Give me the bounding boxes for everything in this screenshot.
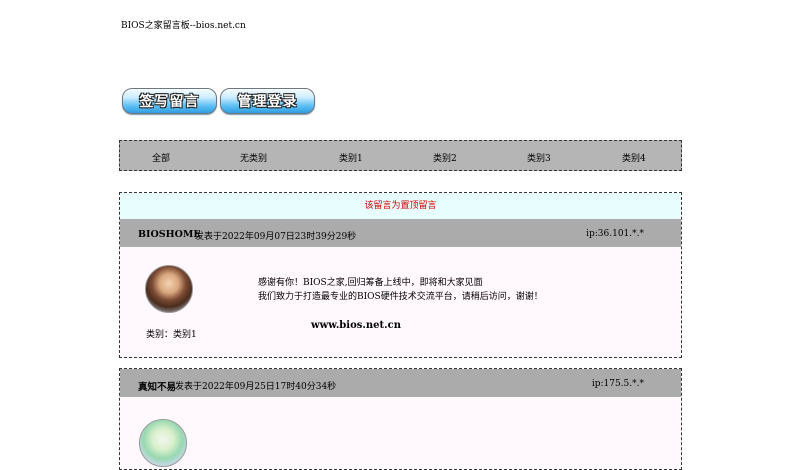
site-title: BIOS之家留言板--bios.net.cn: [121, 21, 246, 31]
avatar-icon: [139, 419, 187, 467]
post-author: 真知不易: [138, 382, 177, 393]
message-url: www.bios.net.cn: [311, 320, 401, 331]
category-1[interactable]: 类别1: [339, 151, 363, 164]
message-post: 该留言为置顶留言 BIOSHOME 发表于2022年09月07日23时39分29…: [119, 192, 682, 358]
category-4[interactable]: 类别4: [622, 151, 646, 164]
message-text: 我们致力于打造最专业的BIOS硬件技术交流平台，请稍后访问，谢谢！: [258, 292, 543, 302]
category-nav: 全部 无类别 类别1 类别2 类别3 类别4: [119, 140, 682, 171]
post-date: 发表于2022年09月25日17时40分34秒: [175, 382, 337, 392]
category-3[interactable]: 类别3: [527, 151, 551, 164]
message-text: 感谢有你！BIOS之家,回归筹备上线中，即将和大家见面: [258, 278, 483, 288]
pinned-notice: 该留言为置顶留言: [120, 193, 681, 219]
post-ip: ip:175.5.*.*: [591, 379, 644, 389]
post-category: 类别：类别1: [146, 330, 197, 340]
post-date: 发表于2022年09月07日23时39分29秒: [195, 232, 357, 242]
post-ip: ip:36.101.*.*: [586, 229, 644, 239]
category-2[interactable]: 类别2: [433, 151, 457, 164]
sign-guestbook-button[interactable]: 签写留言: [122, 88, 217, 114]
message-post: 真知不易 发表于2022年09月25日17时40分34秒 ip:175.5.*.…: [119, 368, 682, 470]
post-author: BIOSHOME: [138, 229, 201, 240]
category-all[interactable]: 全部: [152, 151, 170, 164]
admin-login-button[interactable]: 管理登录: [220, 88, 315, 114]
post-header: 真知不易 发表于2022年09月25日17时40分34秒 ip:175.5.*.…: [120, 369, 681, 397]
post-header: BIOSHOME 发表于2022年09月07日23时39分29秒 ip:36.1…: [120, 219, 681, 247]
avatar-icon: [145, 265, 193, 313]
category-none[interactable]: 无类别: [240, 151, 267, 164]
